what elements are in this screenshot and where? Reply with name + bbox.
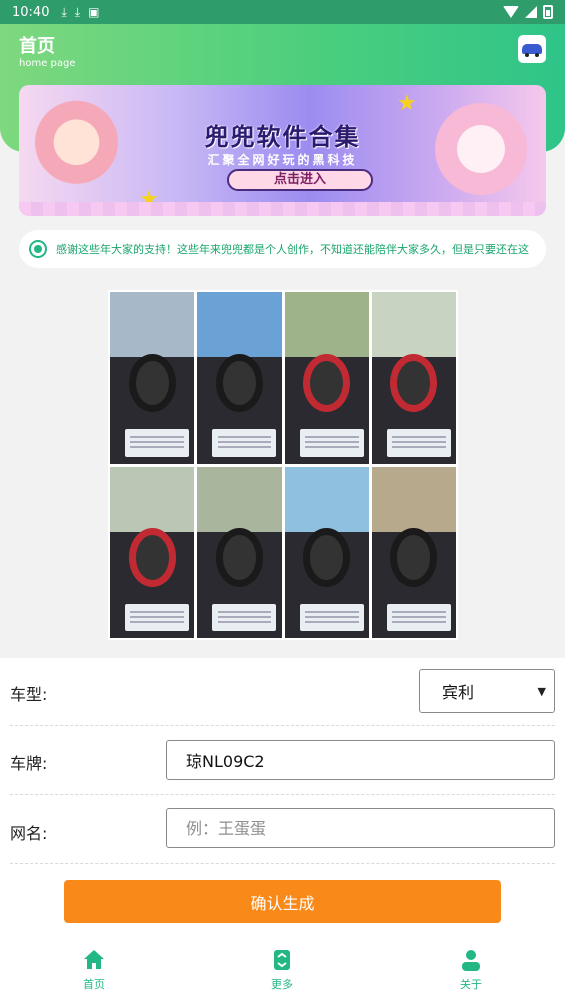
home-icon — [84, 950, 104, 969]
banner-enter-button[interactable]: 点击进入 — [227, 169, 373, 191]
battery-icon — [543, 5, 553, 19]
steering-wheel-icon — [215, 528, 263, 587]
wifi-icon — [503, 6, 519, 18]
collage-photo — [197, 466, 282, 638]
nav-item-home[interactable]: 首页 — [54, 948, 134, 992]
steering-wheel-icon — [128, 528, 176, 587]
page-subtitle: home page — [19, 58, 76, 69]
collage-photo — [371, 292, 456, 464]
divider — [10, 863, 555, 864]
nav-item-more[interactable]: 更多 — [242, 948, 322, 992]
collage-photo — [284, 292, 369, 464]
collage-photo — [197, 292, 282, 464]
model-label: 车型: — [10, 685, 48, 704]
steering-wheel-icon — [303, 528, 351, 587]
download-icon: ⤓ — [61, 4, 67, 19]
steering-wheel-icon — [215, 353, 263, 413]
plate-label: 车牌: — [10, 754, 48, 773]
model-select-value: 宾利 — [442, 683, 475, 702]
collage-photo — [284, 466, 369, 638]
status-time: 10:40 — [12, 4, 50, 20]
model-select[interactable]: 宾利 ▼ — [419, 669, 555, 713]
chevron-down-icon: ▼ — [537, 685, 546, 698]
plate-input[interactable] — [166, 740, 555, 780]
nav-item-about[interactable]: 关于 — [431, 948, 511, 992]
nav-label-about: 关于 — [460, 978, 482, 991]
nav-label-home: 首页 — [83, 978, 105, 991]
status-bar: 10:40 ⤓ ⤓ ▣ — [0, 0, 565, 24]
banner-title: 兜兜软件合集 — [204, 123, 361, 151]
avatar[interactable] — [518, 35, 546, 63]
signal-icon — [525, 6, 537, 18]
more-icon — [274, 950, 290, 970]
steering-wheel-icon — [390, 528, 438, 587]
banner-stripe — [19, 202, 546, 216]
confirm-generate-button[interactable]: 确认生成 — [64, 880, 501, 923]
notice-bar[interactable]: 感谢这些年大家的支持！这些年来兜兜都是个人创作，不知道还能陪伴大家多久，但是只要… — [19, 230, 546, 268]
banner-subtitle: 汇聚全网好玩的黑科技 — [207, 153, 358, 167]
name-label: 网名: — [10, 824, 48, 843]
user-icon — [462, 950, 480, 971]
model-row: 车型: 宾利 ▼ — [0, 658, 565, 726]
steering-wheel-collage — [108, 290, 458, 640]
collage-photo — [110, 292, 195, 464]
radio-dot-icon — [29, 240, 47, 258]
nickname-input[interactable] — [166, 808, 555, 848]
notice-text: 感谢这些年大家的支持！这些年来兜兜都是个人创作，不知道还能陪伴大家多久，但是只要… — [56, 243, 529, 256]
steering-wheel-icon — [303, 353, 351, 413]
collage-photo — [110, 466, 195, 638]
page-title: 首页 — [19, 36, 55, 57]
collage-photo — [371, 466, 456, 638]
a-icon: ▣ — [88, 5, 100, 19]
download-icon: ⤓ — [74, 4, 81, 19]
steering-wheel-icon — [128, 353, 176, 413]
nav-label-more: 更多 — [271, 978, 293, 991]
car-icon — [522, 44, 542, 57]
name-row: 网名: — [0, 795, 565, 863]
bottom-nav: 首页 更多 关于 — [0, 940, 565, 1004]
plate-row: 车牌: — [0, 726, 565, 794]
promo-banner[interactable]: ★ ★ 兜兜软件合集 汇聚全网好玩的黑科技 点击进入 — [19, 85, 546, 216]
star-icon: ★ — [397, 91, 417, 116]
